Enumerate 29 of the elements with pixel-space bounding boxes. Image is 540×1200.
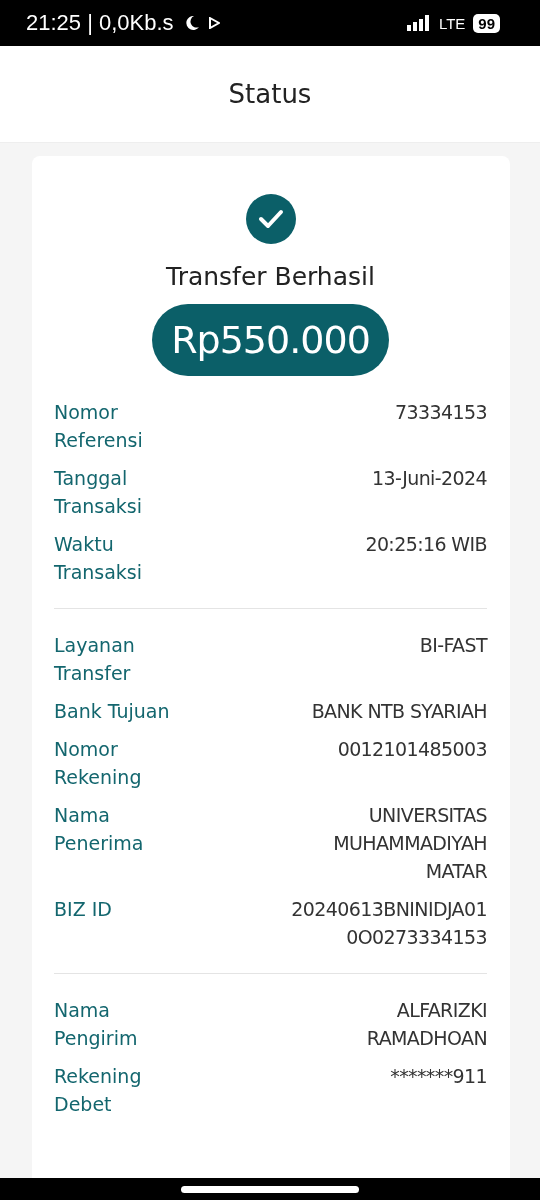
detail-value: 0012101485003 bbox=[337, 737, 487, 762]
detail-label: Tanggal Transaksi bbox=[54, 466, 143, 519]
detail-value: 73334153 bbox=[395, 400, 487, 425]
detail-value: *******911 bbox=[390, 1064, 487, 1089]
detail-label: Nama Pengirim bbox=[54, 998, 138, 1051]
signal-icon bbox=[406, 15, 431, 31]
detail-label: Waktu Transaksi bbox=[54, 532, 143, 585]
detail-label: Nomor Referensi bbox=[54, 400, 143, 453]
page-title: Status bbox=[228, 79, 312, 109]
check-icon bbox=[245, 194, 296, 244]
detail-label: Nomor Rekening bbox=[54, 737, 142, 790]
detail-label: Layanan Transfer bbox=[54, 633, 135, 686]
detail-value: BI-FAST bbox=[419, 633, 487, 658]
network-type: LTE bbox=[438, 14, 466, 32]
detail-value: UNIVERSITAS MUHAMMADIYAH MATAR bbox=[333, 803, 487, 884]
detail-label: Bank Tujuan bbox=[54, 699, 170, 724]
play-icon bbox=[207, 17, 220, 29]
detail-value: 13-Juni-2024 bbox=[371, 466, 487, 491]
status-time: 21:25 | 0,0Kb.s bbox=[26, 10, 174, 36]
detail-label: Rekening Debet bbox=[54, 1064, 142, 1117]
detail-label: Nama Penerima bbox=[54, 803, 144, 856]
battery-level: 99 bbox=[473, 13, 500, 33]
detail-value: 20:25:16 WIB bbox=[365, 532, 487, 557]
detail-value: ALFARIZKI RAMADHOAN bbox=[366, 998, 487, 1051]
result-title: Transfer Berhasil bbox=[166, 262, 375, 291]
detail-value: BANK NTB SYARIAH bbox=[311, 699, 487, 724]
detail-value: 20240613BNINIDJA01 0O0273334153 bbox=[291, 897, 487, 950]
amount-badge: Rp550.000 bbox=[152, 304, 389, 376]
detail-label: BIZ ID bbox=[54, 897, 112, 922]
